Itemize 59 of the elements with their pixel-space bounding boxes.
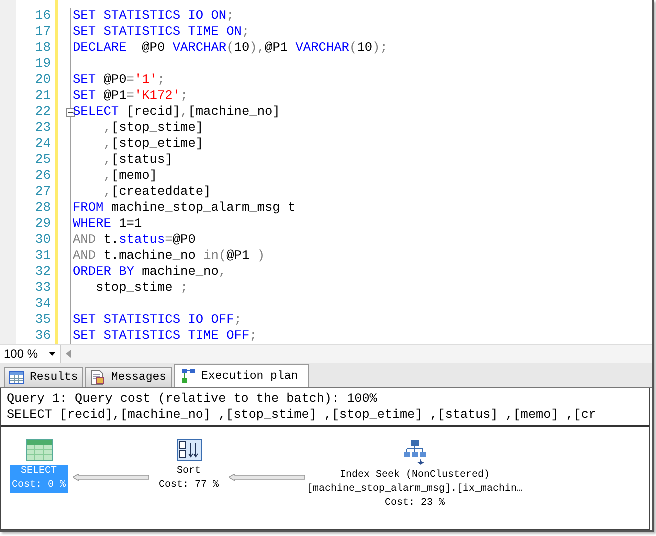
dropdown-arrow-icon [49,352,56,356]
execution-plan-icon [180,368,196,384]
code-line: SET @P0='1'; [73,72,166,88]
line-number: 28 [34,200,52,216]
line-number: 31 [34,248,52,264]
code-editor[interactable] [0,0,652,344]
code-line: SET STATISTICS IO ON; [73,8,234,24]
line-number: 27 [34,184,52,200]
zoom-dropdown[interactable]: 100 % [0,345,61,363]
code-line: DECLARE @P0 VARCHAR(10),@P1 VARCHAR(10); [73,40,388,56]
document-icon [90,370,106,385]
line-number: 24 [34,136,52,152]
code-line: ORDER BY machine_no, [73,264,227,280]
line-number: 22 [34,104,52,120]
horizontal-scrollbar[interactable] [61,345,652,363]
code-line: SELECT [recid],[machine_no] [73,104,280,120]
code-line: AND t.status=@P0 [73,232,196,248]
collapse-icon[interactable] [66,108,75,116]
line-number: 20 [34,72,52,88]
code-line: SET STATISTICS TIME OFF; [73,328,258,344]
line-number: 34 [34,296,52,312]
line-number: 26 [34,168,52,184]
code-line: FROM machine_stop_alarm_msg t [73,200,296,216]
sort-icon [176,439,202,461]
line-number: 29 [34,216,52,232]
code-line: SET STATISTICS TIME ON; [73,24,250,40]
code-line: SET @P1='K172'; [73,88,188,104]
plan-node-label[interactable]: Index Seek (NonClustered) [machine_stop_alarm_msg].[ix_machin… Cost: 23 % [305,469,526,511]
query-text: SELECT [recid],[machine_no] ,[stop_stime] ,[stop_etime] ,[status] ,[memo] ,[cr [7,407,598,423]
code-line: ,[stop_stime] [102,120,204,136]
line-number: 18 [34,40,52,56]
line-number: 23 [34,120,52,136]
tab[interactable]: Execution plan [174,364,310,387]
code-line: ,[memo] [102,168,158,184]
code-line: ,[stop_etime] [102,136,204,152]
code-line: ,[status] [102,152,173,168]
tab[interactable]: Messages [85,367,172,387]
line-number: 16 [34,8,52,24]
hierarchy-icon [403,439,428,465]
line-number: 19 [34,56,52,72]
code-line: WHERE 1=1 [73,216,142,232]
line-number: 30 [34,232,52,248]
line-number: 35 [34,312,52,328]
line-number: 21 [34,88,52,104]
line-number: 33 [34,280,52,296]
plan-node-label[interactable]: Sort Cost: 77 % [156,465,221,493]
line-number: 32 [34,264,52,280]
code-line: AND t.machine_no in(@P1 ) [73,248,266,264]
code-line: ,[createddate] [102,184,212,200]
line-number: 36 [34,328,52,344]
grid-icon [9,371,24,384]
line-number: 17 [34,24,52,40]
tab[interactable]: Results [4,367,84,387]
scroll-left-icon[interactable] [66,350,71,358]
query-text: Query 1: Query cost (relative to the batch): 100% [7,391,378,407]
code-line: SET STATISTICS IO OFF; [73,312,242,328]
code-line: stop_stime ; [95,280,188,296]
line-number: 25 [34,152,52,168]
table-icon [26,439,52,461]
